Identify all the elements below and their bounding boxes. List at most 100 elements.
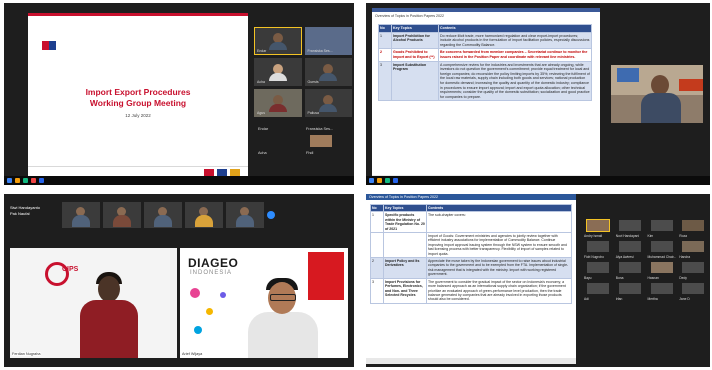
participant-name: Kim	[647, 234, 654, 238]
slide-title-line-1: Import Export Procedures	[85, 87, 191, 97]
speaker-body	[248, 312, 318, 358]
participant-tile[interactable]	[62, 202, 100, 228]
table-row: 3 Import Provisions for Perfumes, Electr…	[370, 277, 572, 304]
organizer-logo-icon	[42, 41, 56, 50]
participant-tile[interactable]: Acha	[254, 58, 302, 86]
participant-name: Adi	[584, 297, 589, 301]
participant-tile[interactable]: Agus	[254, 89, 302, 117]
row-number: 3	[370, 277, 384, 304]
column-header: Key Topics	[391, 24, 439, 33]
row-content: Do reduce illicit trade, more harmonized…	[438, 31, 592, 50]
participant-name: Guests	[307, 80, 319, 84]
table-header-row: No Key Topics Contents	[370, 203, 572, 213]
zoom-icon[interactable]	[39, 178, 44, 183]
slide-top-accent	[28, 13, 248, 16]
participant-tile[interactable]: Alya Awtresi	[616, 241, 645, 259]
row-content: The sub-chapter covers:	[426, 211, 572, 234]
column-header: No	[370, 203, 384, 213]
participant-tile[interactable]: Adi	[584, 283, 613, 301]
participant-tile[interactable]: Dedy	[679, 262, 708, 280]
start-icon[interactable]	[369, 178, 374, 183]
participant-tile[interactable]: Novi Handayani	[616, 220, 645, 238]
participant-tile[interactable]: Irfan	[616, 283, 645, 301]
table-row: 2 Goods Prohibited to Import and to Expo…	[378, 48, 592, 62]
zoom-icon[interactable]	[393, 178, 398, 183]
background-brand: DIAGEO	[188, 256, 239, 270]
participant-tile[interactable]	[144, 202, 182, 228]
participant-strip	[4, 202, 354, 228]
row-number: 2	[370, 257, 384, 279]
shared-document: Overview of Topics in Position Papers 20…	[372, 8, 600, 180]
speaker-video-right[interactable]: DIAGEO INDONESIA Arief Wijaya	[180, 248, 348, 358]
participant-name-list: Endar Fransiska Ses... Acha Fhdl	[254, 121, 352, 173]
participant-tile[interactable]: Roza	[679, 220, 708, 238]
participant-name: Paliusa	[307, 111, 319, 115]
participant-name: Handra	[679, 255, 691, 259]
row-content: Be concerns forwarded from member compan…	[438, 48, 592, 62]
taskbar	[366, 176, 710, 185]
shared-slide: Import Export Procedures Working Group M…	[28, 13, 248, 179]
partner-logo-icon	[230, 169, 240, 176]
participant-tile[interactable]: Guests	[304, 58, 352, 86]
speaker-body	[80, 300, 138, 358]
speaker-video[interactable]	[611, 65, 703, 123]
folder-icon[interactable]	[377, 178, 382, 183]
participant-tile[interactable]: Bona	[616, 262, 645, 280]
participant-name: Andry Ismail	[584, 234, 603, 238]
participant-tile[interactable]: Paliusa	[304, 89, 352, 117]
row-topic: Import Provisions for Perfumes, Electron…	[383, 277, 427, 304]
folder-icon[interactable]	[15, 178, 20, 183]
column-header: Contents	[426, 203, 572, 213]
row-topic: Import Policy and Its Derivatives	[383, 257, 427, 279]
participant-tile[interactable]: Mertha	[648, 283, 677, 301]
start-icon[interactable]	[7, 178, 12, 183]
participant-tile[interactable]: Andry Ismail	[584, 219, 613, 238]
participant-tile[interactable]: Bayu	[584, 262, 613, 280]
slide-title-line-2: Working Group Meeting	[89, 98, 187, 108]
participant-tile[interactable]: Fransiska Ses...	[304, 27, 352, 55]
row-topic: Goods Prohibited to Import and to Export…	[391, 48, 439, 62]
document-title: Overview of Topics in Position Papers 20…	[369, 195, 439, 199]
table-header-row: No Key Topics Contents	[378, 24, 592, 33]
participant-name: Fransiska Ses...	[307, 49, 333, 53]
participant-name: Fhdl	[306, 151, 314, 155]
next-page-icon[interactable]	[267, 211, 275, 219]
participant-tile[interactable]: Endar	[254, 27, 302, 55]
participant-name: Agus	[257, 111, 265, 115]
row-number: 1	[370, 211, 384, 234]
participant-tile[interactable]: Hasnan	[648, 262, 677, 280]
row-content: Appreciate the move taken by the Indones…	[426, 257, 572, 279]
row-content: Import of Goods: Government ministries a…	[426, 232, 572, 259]
document-title: Overview of Topics in Position Papers 20…	[375, 14, 445, 18]
participant-tile[interactable]: Kim	[648, 220, 677, 238]
column-header: Contents	[438, 24, 592, 33]
meeting-screenshot-topics-table: Overview of Topics in Position Papers 20…	[366, 3, 710, 185]
topics-table: No Key Topics Contents 1 Specific produc…	[370, 203, 572, 304]
speaker-head	[651, 75, 669, 95]
participant-tile[interactable]	[185, 202, 223, 228]
participant-tile[interactable]: Fidri Nugroho	[584, 241, 613, 259]
participant-tile[interactable]	[103, 202, 141, 228]
speaker-video-left[interactable]: CIPS Ferdian Nugraha	[10, 248, 177, 358]
column-header: Key Topics	[383, 203, 427, 213]
participant-gallery: Andry Ismail Novi Handayani Kim Roza Fid…	[584, 219, 708, 301]
background-brand-sub: INDONESIA	[190, 270, 233, 276]
participant-name: Bayu	[584, 276, 592, 280]
slide-title: Import Export Procedures Working Group M…	[28, 87, 248, 109]
participant-name: Roza	[679, 234, 687, 238]
participant-tile[interactable]: Handra	[679, 241, 708, 259]
row-topic: Import Substitution Program	[391, 60, 439, 102]
participant-name: Fidri Nugroho	[584, 255, 604, 259]
participant-tile[interactable]: Muhammad Chair...	[648, 241, 676, 259]
participant-name: Jane D	[679, 297, 690, 301]
browser-icon[interactable]	[385, 178, 390, 183]
browser-icon[interactable]	[23, 178, 28, 183]
participant-tile[interactable]: Jane D	[679, 283, 708, 301]
app-icon[interactable]	[31, 178, 36, 183]
participant-tile[interactable]	[226, 202, 264, 228]
meeting-screenshot-topics-gallery: Overview of Topics in Position Papers 20…	[366, 194, 710, 367]
table-row: 1 Import Prohibition for Alcohol Product…	[378, 31, 592, 50]
participant-name: Irfan	[615, 297, 623, 301]
row-topic	[383, 232, 427, 259]
participant-thumbnail[interactable]	[310, 135, 332, 147]
